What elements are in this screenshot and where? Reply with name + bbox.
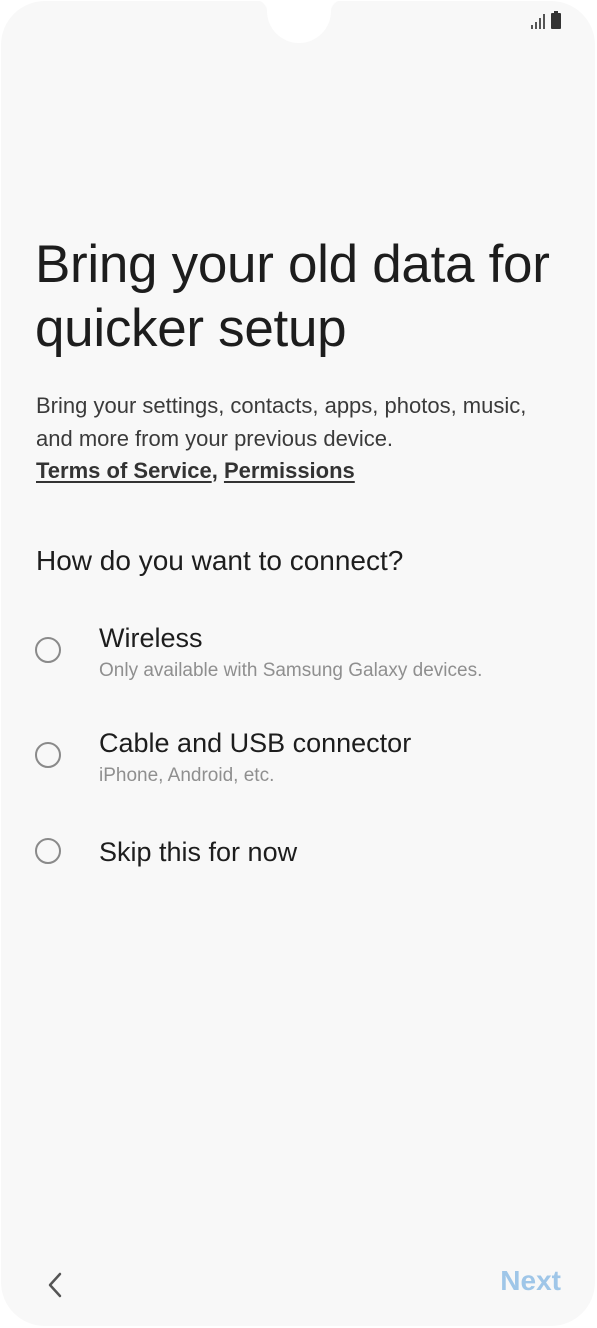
next-button[interactable]: Next xyxy=(500,1265,561,1297)
connect-question: How do you want to connect? xyxy=(36,545,404,576)
radio-button[interactable] xyxy=(35,637,61,663)
radio-button[interactable] xyxy=(35,838,61,864)
terms-of-service-link[interactable]: Terms of Service xyxy=(36,458,212,483)
option-sublabel: iPhone, Android, etc. xyxy=(99,765,275,786)
permissions-link[interactable]: Permissions xyxy=(224,458,355,483)
page-description: Bring your settings, contacts, apps, pho… xyxy=(36,393,527,451)
legal-links: Terms of Service, Permissions xyxy=(36,454,355,487)
setup-screen: Bring your old data for quicker setup Br… xyxy=(1,1,595,1326)
status-bar xyxy=(531,11,561,29)
radio-button[interactable] xyxy=(35,742,61,768)
battery-icon xyxy=(551,11,561,29)
camera-notch xyxy=(254,1,344,43)
page-title: Bring your old data for quicker setup xyxy=(35,235,550,358)
option-label: Skip this for now xyxy=(99,837,298,867)
link-separator: , xyxy=(211,458,218,483)
option-sublabel: Only available with Samsung Galaxy devic… xyxy=(99,660,483,681)
option-label: Wireless xyxy=(99,623,203,653)
option-label: Cable and USB connector xyxy=(99,728,412,758)
option-skip[interactable]: Skip this for now xyxy=(33,835,573,871)
option-cable-usb[interactable]: Cable and USB connector iPhone, Android,… xyxy=(33,726,573,790)
signal-icon xyxy=(531,13,545,29)
option-wireless[interactable]: Wireless Only available with Samsung Gal… xyxy=(33,621,573,685)
back-button[interactable] xyxy=(43,1269,71,1301)
chevron-left-icon xyxy=(48,1272,62,1298)
